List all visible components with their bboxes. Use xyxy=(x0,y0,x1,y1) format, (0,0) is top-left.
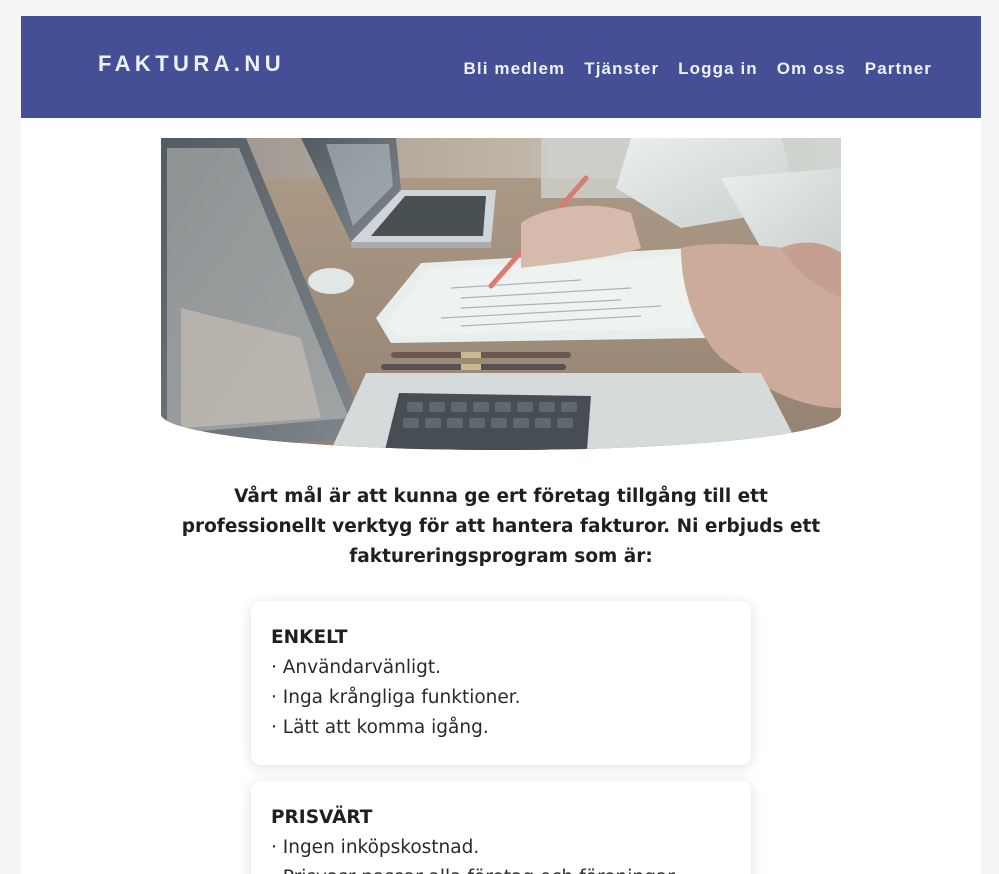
feature-card-enkelt: ENKELT · Användarvänligt. · Inga krångli… xyxy=(251,601,751,765)
feature-card-item: · Inga krångliga funktioner. xyxy=(271,687,521,708)
nav-link-om-oss[interactable]: Om oss xyxy=(777,59,846,79)
page: FAKTURA.NU Bli medlem Tjänster Logga in … xyxy=(21,16,981,874)
hero-photo xyxy=(161,138,841,450)
nav-link-tjanster[interactable]: Tjänster xyxy=(584,59,659,79)
feature-card-item: · Prisvasr passar alla företag och fören… xyxy=(271,863,731,874)
feature-card-item: · Ingen inköpskostnad. xyxy=(271,837,480,858)
intro-text: Vårt mål är att kunna ge ert företag til… xyxy=(181,486,821,567)
feature-card-item: · Användarvänligt. xyxy=(271,657,442,678)
site-logo[interactable]: FAKTURA.NU xyxy=(98,51,285,77)
feature-card-item: · Lätt att komma igång. xyxy=(271,717,489,738)
feature-card-prisvart: PRISVÄRT · Ingen inköpskostnad. · Prisva… xyxy=(251,781,751,874)
main-nav: Bli medlem Tjänster Logga in Om oss Part… xyxy=(464,59,932,79)
feature-card-title: ENKELT xyxy=(271,627,348,648)
feature-card-title: PRISVÄRT xyxy=(271,807,373,828)
nav-link-logga-in[interactable]: Logga in xyxy=(678,59,758,79)
nav-link-bli-medlem[interactable]: Bli medlem xyxy=(464,59,566,79)
site-header: FAKTURA.NU Bli medlem Tjänster Logga in … xyxy=(21,16,981,118)
hero-image xyxy=(161,138,841,450)
nav-link-partner[interactable]: Partner xyxy=(865,59,932,79)
